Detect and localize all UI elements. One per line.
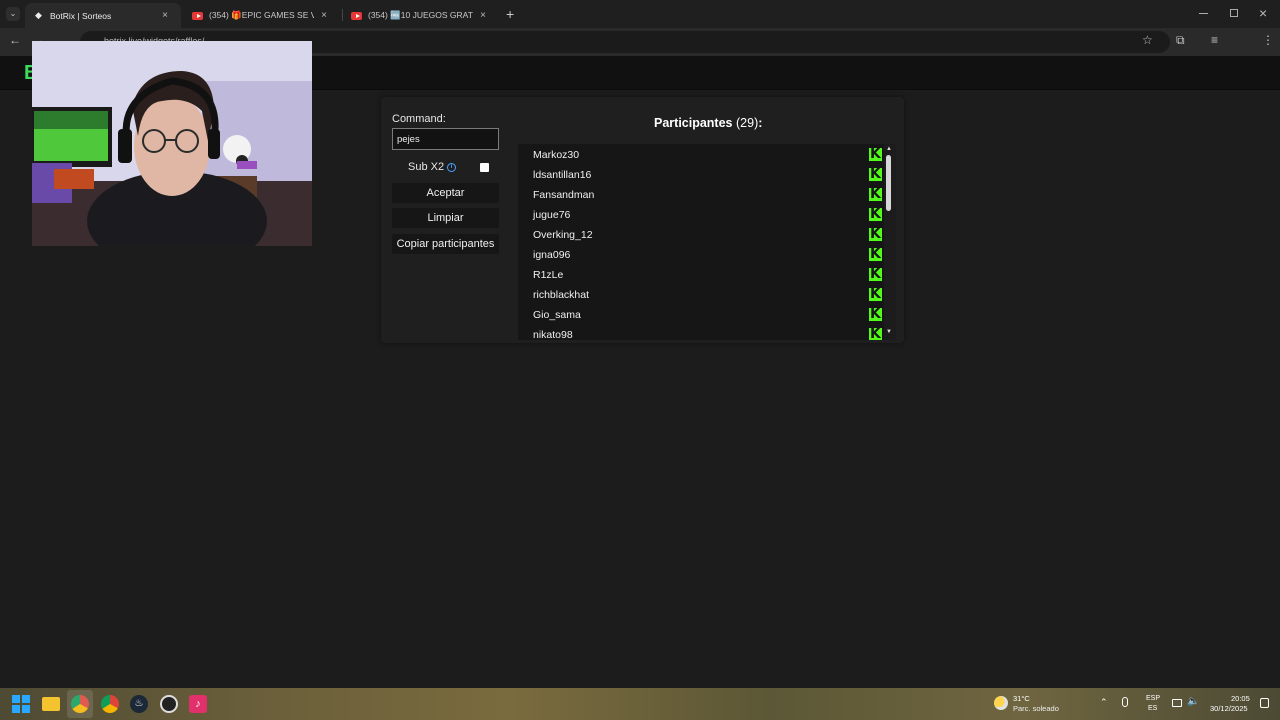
bookmark-star-icon[interactable]: ☆ (1142, 33, 1153, 47)
participant-name: Gio_sama (533, 309, 581, 321)
participant-name: nikato98 (533, 329, 573, 340)
tab-title: (354) 🎁EPIC GAMES SE VOLVIÓ (209, 10, 314, 20)
kick-icon (869, 226, 882, 242)
scroll-down-icon[interactable]: ▼ (886, 329, 892, 335)
participant-name: Fansandman (533, 189, 595, 201)
file-explorer-icon[interactable] (42, 697, 60, 711)
scroll-up-icon[interactable]: ▲ (886, 146, 892, 152)
steam-icon[interactable]: ♨ (130, 695, 148, 713)
participant-name: ldsantillan16 (533, 169, 592, 181)
tray-overflow-chevron-icon[interactable]: ⌃ (1100, 697, 1108, 708)
close-window-icon[interactable]: × (1259, 5, 1267, 21)
tab-botrix[interactable]: ◆ BotRix | Sorteos × (25, 3, 181, 28)
kick-icon (869, 326, 882, 340)
participant-name: igna096 (533, 249, 571, 261)
sub-x2-checkbox[interactable] (480, 163, 489, 172)
participant-row: Fansandman (533, 185, 882, 205)
participants-title: Participantes (654, 116, 733, 130)
scroll-thumb[interactable] (886, 155, 891, 211)
participant-row: Gio_sama (533, 305, 882, 325)
browser-tab-strip: ⌄ ◆ BotRix | Sorteos × (354) 🎁EPIC GAMES… (0, 0, 1280, 28)
participant-row: ldsantillan16 (533, 165, 882, 185)
chrome-active-indicator (67, 690, 93, 718)
participant-row: jugue76 (533, 205, 882, 225)
tab-title: (354) 🆓10 JUEGOS GRATIS PA (368, 10, 473, 20)
kick-icon (869, 246, 882, 262)
minimize-icon[interactable] (1199, 13, 1208, 14)
participant-name: R1zLe (533, 269, 564, 281)
weather-description[interactable]: Parc. soleado (1013, 704, 1059, 713)
tab-youtube-juegos[interactable]: (354) 🆓10 JUEGOS GRATIS PA × (343, 3, 499, 28)
participants-list[interactable]: Markoz30 ldsantillan16 Fansandman jugue7… (518, 144, 896, 340)
sub-x2-label: Sub X2 (408, 161, 445, 173)
back-icon[interactable]: ← (9, 33, 21, 47)
accept-button[interactable]: Aceptar (392, 183, 499, 203)
tab-youtube-epic[interactable]: (354) 🎁EPIC GAMES SE VOLVIÓ × (184, 3, 340, 28)
command-label: Command: (392, 113, 446, 125)
youtube-favicon-icon (351, 10, 362, 21)
weather-icon (994, 696, 1008, 710)
kick-icon (869, 186, 882, 202)
menu-icon[interactable]: ⋮ (1262, 33, 1274, 47)
weather-temperature[interactable]: 31°C (1013, 694, 1030, 703)
new-tab-button[interactable]: + (506, 6, 514, 22)
webcam-overlay (32, 41, 312, 246)
clock-time[interactable]: 20:05 (1231, 694, 1250, 703)
participant-row: Overking_12 (533, 225, 882, 245)
participant-row: R1zLe (533, 265, 882, 285)
webcam-image (32, 41, 312, 246)
copy-participants-button[interactable]: Copiar participantes (392, 234, 499, 254)
participant-name: richblackhat (533, 289, 590, 301)
close-tab-icon[interactable]: × (477, 10, 489, 21)
tab-title: BotRix | Sorteos (50, 10, 112, 21)
kick-icon (869, 206, 882, 222)
close-tab-icon[interactable]: × (318, 10, 330, 21)
participant-row: Markoz30 (533, 145, 882, 165)
command-input[interactable] (392, 128, 499, 150)
participant-row: igna096 (533, 245, 882, 265)
extensions-icon[interactable]: ⧉ (1176, 33, 1185, 48)
keyboard-layout[interactable]: ES (1148, 705, 1157, 712)
clock-date[interactable]: 30/12/2025 (1210, 704, 1248, 713)
participant-row: nikato98 (533, 325, 882, 340)
kick-icon (869, 266, 882, 282)
media-control-icon[interactable]: ≡ (1211, 33, 1218, 47)
restore-icon[interactable] (1230, 9, 1238, 17)
participant-name: Markoz30 (533, 149, 580, 161)
participant-name: Overking_12 (533, 229, 593, 241)
windows-start-icon[interactable] (12, 695, 30, 713)
kick-icon (869, 146, 882, 162)
notification-icon[interactable] (1260, 698, 1269, 708)
network-icon[interactable] (1172, 699, 1182, 707)
obs-icon[interactable] (160, 695, 178, 713)
chrome-profile-icon[interactable] (101, 695, 119, 713)
participant-name: jugue76 (533, 209, 571, 221)
microphone-icon[interactable] (1122, 697, 1128, 707)
youtube-favicon-icon (192, 10, 203, 21)
participants-heading: Participantes (29): (654, 116, 762, 130)
volume-icon[interactable]: 🔈 (1187, 696, 1199, 707)
kick-icon (869, 166, 882, 182)
close-tab-icon[interactable]: × (159, 10, 171, 21)
tab-search-button[interactable]: ⌄ (6, 7, 20, 21)
kick-icon (869, 286, 882, 302)
clear-button[interactable]: Limpiar (392, 208, 499, 228)
participants-suffix: : (758, 116, 763, 130)
participant-row: richblackhat (533, 285, 882, 305)
tiktok-icon[interactable]: ♪ (189, 695, 207, 713)
input-language[interactable]: ESP (1146, 695, 1160, 702)
botrix-favicon-icon: ◆ (35, 10, 42, 20)
kick-icon (869, 306, 882, 322)
info-icon[interactable]: i (447, 163, 456, 172)
participants-count: (29) (736, 116, 759, 130)
